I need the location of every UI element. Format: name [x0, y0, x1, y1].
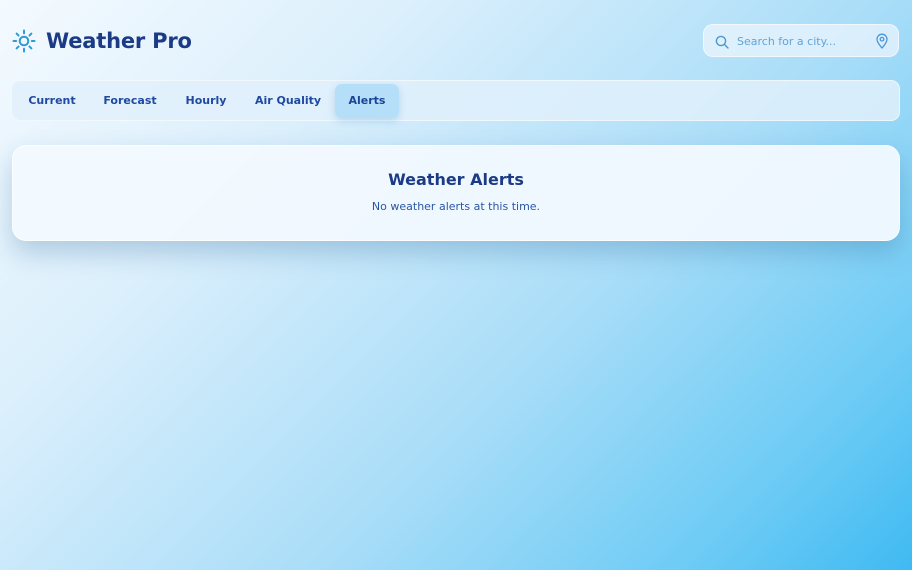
tab-bar: Current Forecast Hourly Air Quality Aler… [11, 80, 900, 121]
tab-air-quality[interactable]: Air Quality [250, 84, 326, 118]
brand: Weather Pro [12, 27, 192, 55]
sun-icon [12, 29, 36, 53]
app-title: Weather Pro [46, 29, 192, 53]
search-icon [715, 34, 729, 49]
search-box[interactable] [703, 24, 899, 57]
search-input[interactable] [737, 31, 867, 51]
location-pin-icon[interactable] [875, 33, 889, 49]
tab-hourly[interactable]: Hourly [178, 84, 234, 118]
tab-alerts[interactable]: Alerts [335, 84, 399, 118]
tab-forecast[interactable]: Forecast [98, 84, 162, 118]
alerts-title: Weather Alerts [388, 170, 524, 189]
app-header: Weather Pro [0, 0, 912, 82]
tab-current[interactable]: Current [22, 84, 82, 118]
alerts-empty-message: No weather alerts at this time. [371, 200, 541, 213]
alerts-card: Weather Alerts No weather alerts at this… [12, 145, 900, 241]
